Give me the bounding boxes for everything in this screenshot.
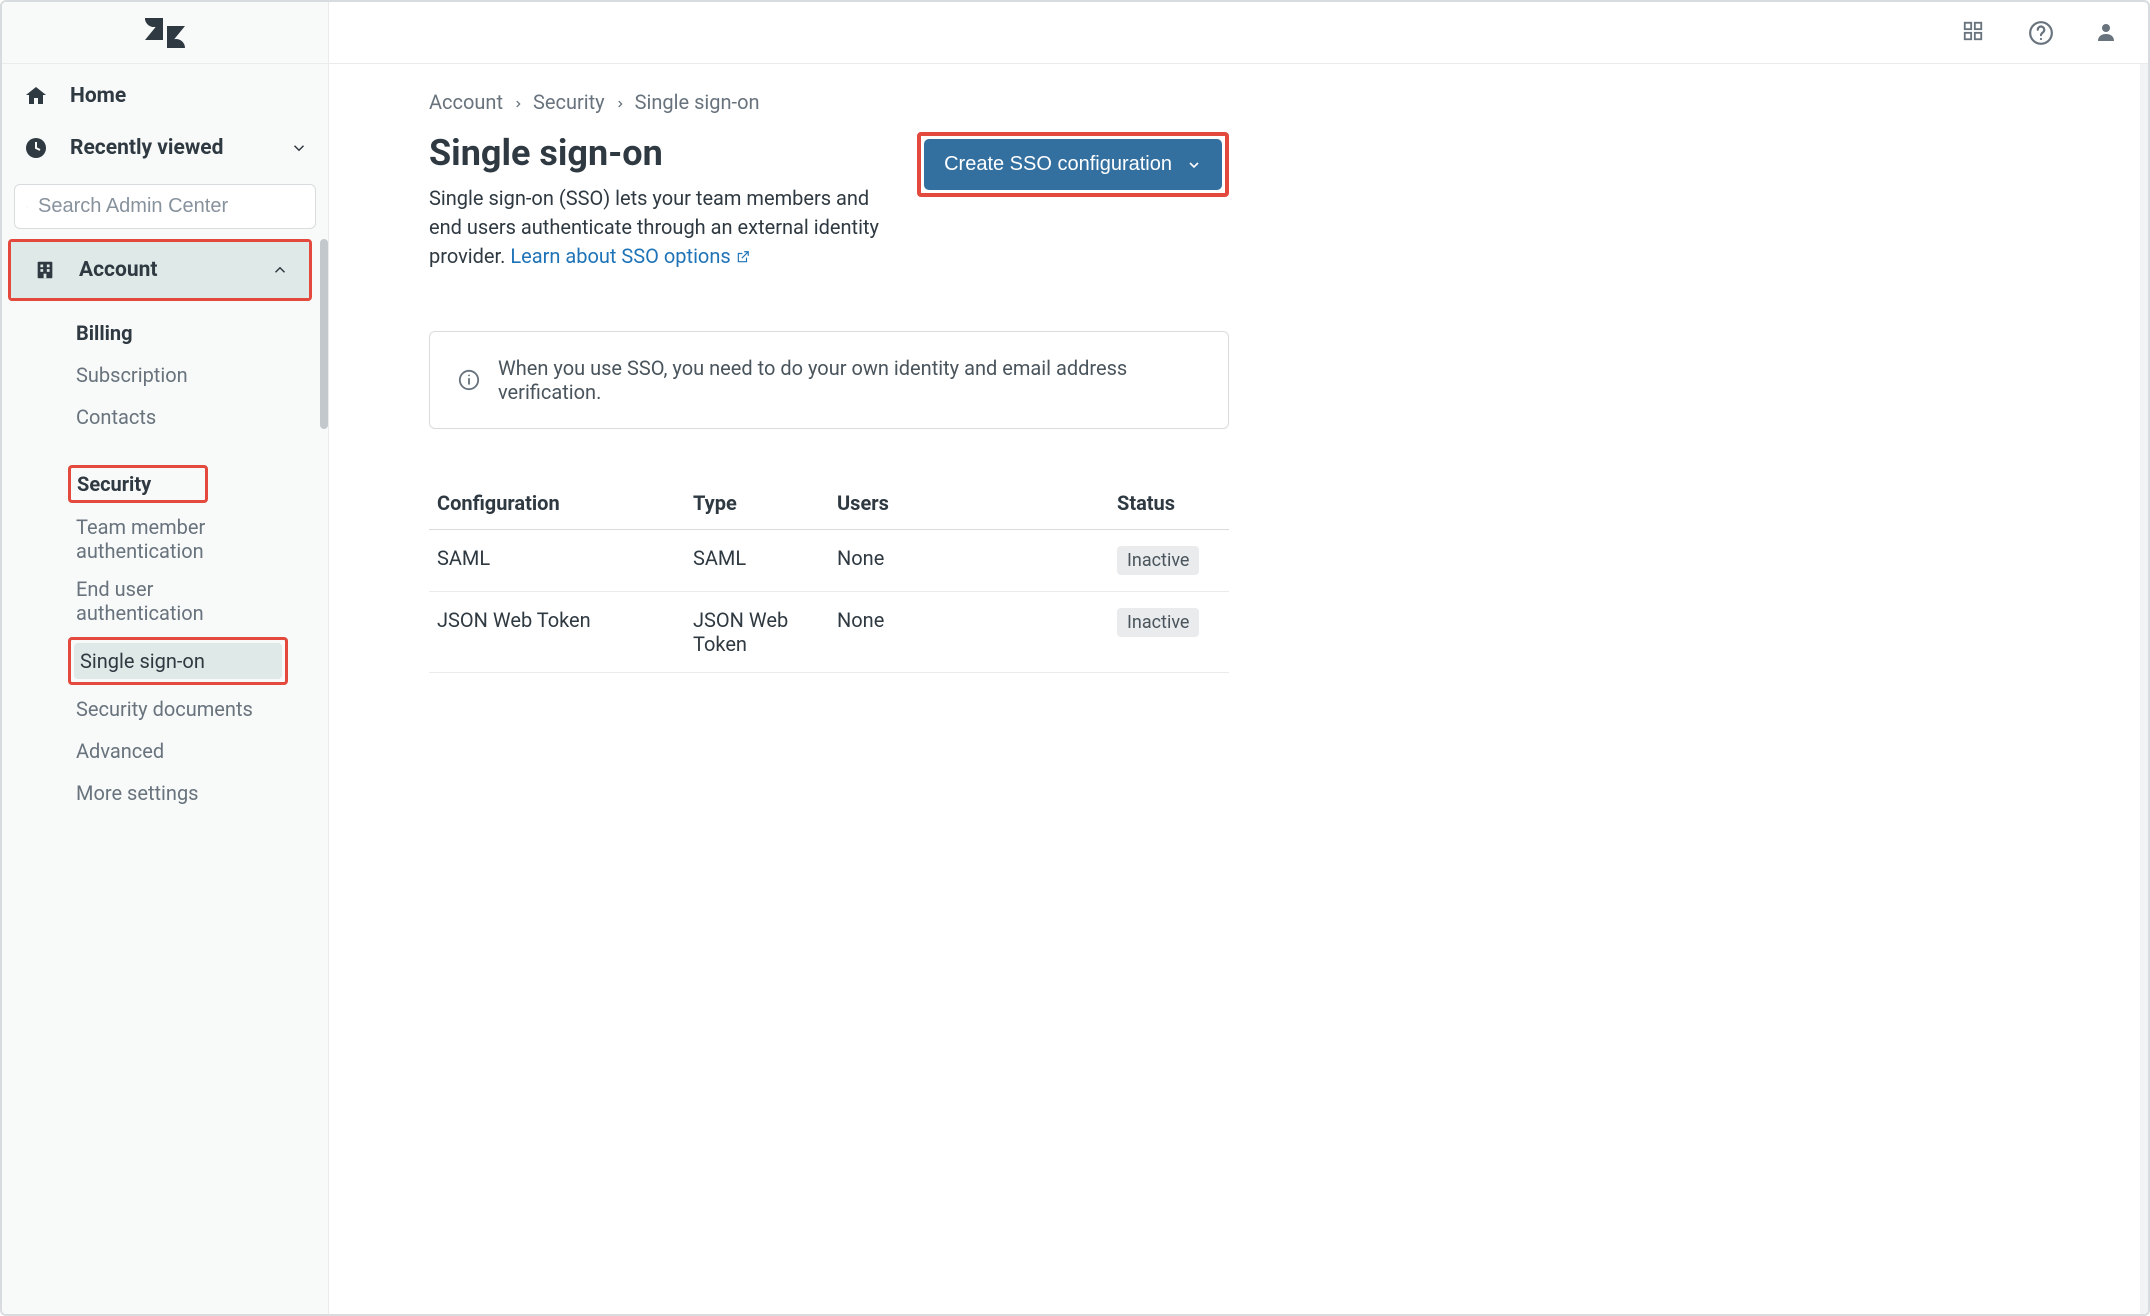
sidebar-item-billing[interactable]: Billing <box>76 319 320 347</box>
sidebar-subitems: Billing Subscription Contacts Security T… <box>2 301 320 817</box>
highlight-single-sign-on: Single sign-on <box>68 637 288 685</box>
create-sso-configuration-button[interactable]: Create SSO configuration <box>924 139 1222 190</box>
sidebar: Home Recently viewed <box>2 2 329 1314</box>
table-header-configuration: Configuration <box>429 479 685 530</box>
table-header-users: Users <box>829 479 1109 530</box>
breadcrumb: Account Security Single sign-on <box>429 90 1229 114</box>
external-link-icon <box>736 250 750 264</box>
cell-status: Inactive <box>1109 530 1229 592</box>
sidebar-item-contacts[interactable]: Contacts <box>76 403 320 431</box>
page-title: Single sign-on <box>429 132 893 174</box>
sidebar-scroll[interactable]: Account Billing Subscription Contacts Se… <box>2 239 328 1314</box>
sidebar-search[interactable] <box>14 184 316 229</box>
table-row[interactable]: SAML SAML None Inactive <box>429 530 1229 592</box>
page-description: Single sign-on (SSO) lets your team memb… <box>429 184 893 271</box>
profile-icon[interactable] <box>2094 20 2120 46</box>
sidebar-search-wrap <box>2 174 328 239</box>
table-header-row: Configuration Type Users Status <box>429 479 1229 530</box>
chevron-up-icon <box>271 261 289 279</box>
chevron-right-icon <box>615 90 625 114</box>
sidebar-item-more-settings[interactable]: More settings <box>76 779 320 807</box>
main: Account Security Single sign-on Single s… <box>329 2 2148 1314</box>
sidebar-group-security: Security Team member authentication End … <box>76 465 320 807</box>
sidebar-item-subscription[interactable]: Subscription <box>76 361 320 389</box>
info-banner-text: When you use SSO, you need to do your ow… <box>498 356 1200 404</box>
status-badge: Inactive <box>1117 608 1199 637</box>
cell-type: JSON Web Token <box>685 592 829 673</box>
content-scroll[interactable]: Account Security Single sign-on Single s… <box>329 64 2148 1314</box>
breadcrumb-security[interactable]: Security <box>533 90 605 114</box>
apps-icon[interactable] <box>1962 20 1988 46</box>
sidebar-item-team-member-auth[interactable]: Team member authentication <box>76 513 276 565</box>
cell-users: None <box>829 592 1109 673</box>
breadcrumb-account[interactable]: Account <box>429 90 503 114</box>
table-header-status: Status <box>1109 479 1229 530</box>
learn-more-link-label: Learn about SSO options <box>510 244 730 268</box>
help-icon[interactable] <box>2028 20 2054 46</box>
sidebar-item-recently-viewed[interactable]: Recently viewed <box>2 122 328 174</box>
sidebar-item-label: Recently viewed <box>70 136 270 160</box>
cell-users: None <box>829 530 1109 592</box>
create-button-label: Create SSO configuration <box>944 153 1172 176</box>
table-header-type: Type <box>685 479 829 530</box>
highlight-security: Security <box>68 465 208 503</box>
status-badge: Inactive <box>1117 546 1199 575</box>
sidebar-item-security-documents[interactable]: Security documents <box>76 695 320 723</box>
sidebar-item-single-sign-on[interactable]: Single sign-on <box>74 643 282 679</box>
highlight-account: Account <box>8 239 312 301</box>
sidebar-section-account[interactable]: Account <box>11 242 309 298</box>
sso-config-table: Configuration Type Users Status SAML SAM… <box>429 479 1229 673</box>
chevron-down-icon <box>290 139 308 157</box>
learn-more-link[interactable]: Learn about SSO options <box>510 244 749 268</box>
chevron-right-icon <box>513 90 523 114</box>
content: Account Security Single sign-on Single s… <box>329 64 1329 713</box>
sidebar-item-home[interactable]: Home <box>2 70 328 122</box>
sidebar-item-end-user-auth[interactable]: End user authentication <box>76 575 276 627</box>
chevron-down-icon <box>1186 157 1202 173</box>
page-header: Single sign-on Single sign-on (SSO) lets… <box>429 132 1229 271</box>
brand-logo-area <box>2 2 328 64</box>
cell-status: Inactive <box>1109 592 1229 673</box>
table-row[interactable]: JSON Web Token JSON Web Token None Inact… <box>429 592 1229 673</box>
cell-type: SAML <box>685 530 829 592</box>
zendesk-logo-icon <box>145 18 185 48</box>
breadcrumb-current: Single sign-on <box>635 90 760 114</box>
topbar <box>329 2 2148 64</box>
sidebar-static-nav: Home Recently viewed <box>2 64 328 174</box>
sidebar-scrollbar-thumb[interactable] <box>320 239 328 429</box>
search-input[interactable] <box>38 195 303 218</box>
sidebar-item-label: Home <box>70 84 308 108</box>
info-icon <box>458 369 480 391</box>
home-icon <box>22 84 50 108</box>
search-icon <box>27 196 28 218</box>
building-icon <box>31 259 59 281</box>
info-banner: When you use SSO, you need to do your ow… <box>429 331 1229 429</box>
highlight-create-button: Create SSO configuration <box>917 132 1229 197</box>
app-root: Home Recently viewed <box>0 0 2150 1316</box>
cell-configuration: SAML <box>429 530 685 592</box>
clock-icon <box>22 136 50 160</box>
cell-configuration: JSON Web Token <box>429 592 685 673</box>
sidebar-item-advanced[interactable]: Advanced <box>76 737 320 765</box>
page-header-left: Single sign-on Single sign-on (SSO) lets… <box>429 132 893 271</box>
sidebar-section-label: Account <box>79 258 251 282</box>
sidebar-group-label-security[interactable]: Security <box>77 468 161 500</box>
